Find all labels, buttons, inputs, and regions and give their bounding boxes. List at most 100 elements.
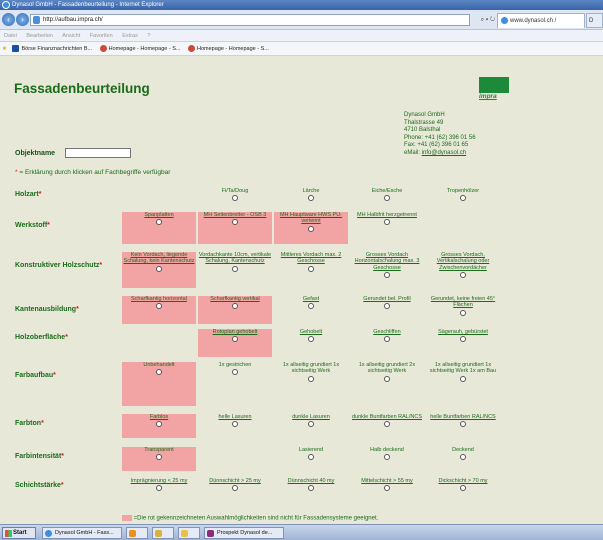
menu-ansicht[interactable]: Ansicht bbox=[62, 33, 80, 39]
option-radio[interactable] bbox=[384, 195, 390, 202]
option-radio[interactable] bbox=[156, 265, 162, 272]
task-media[interactable] bbox=[126, 527, 148, 539]
option-cell: dunkle Buntfarben RAL/NCS bbox=[350, 414, 424, 430]
option-radio[interactable] bbox=[308, 336, 314, 343]
option-label[interactable]: Mittleres Vordach max. 2 Geschosse bbox=[274, 252, 348, 265]
option-label[interactable]: Gefast bbox=[274, 296, 348, 302]
forward-button[interactable]: › bbox=[16, 13, 29, 26]
favorite-item-boerse[interactable]: Börse Finanznachrichten B... bbox=[12, 42, 92, 56]
option-label[interactable]: Kein Vordach, liegende Schalung, kein Ka… bbox=[122, 252, 196, 265]
option-radio[interactable] bbox=[156, 303, 162, 310]
option-label[interactable]: Farblos bbox=[122, 414, 196, 420]
back-button[interactable]: ‹ bbox=[2, 13, 15, 26]
option-radio[interactable] bbox=[232, 369, 238, 376]
option-label[interactable]: Scharfkantig horizontal bbox=[122, 296, 196, 302]
option-radio[interactable] bbox=[308, 454, 314, 461]
option-label[interactable]: Grosses Vordach, Vertikalschalung oder Z… bbox=[426, 252, 500, 271]
option-radio[interactable] bbox=[308, 375, 314, 382]
tab-favicon bbox=[501, 17, 508, 24]
address-tools[interactable]: ⌕ ▾ ↻ bbox=[455, 14, 495, 26]
option-radio[interactable] bbox=[384, 272, 390, 279]
option-label[interactable]: Grosses Vordach Horizontalschalung max. … bbox=[350, 252, 424, 271]
option-label[interactable]: Dünnschicht 40 my bbox=[274, 478, 348, 484]
option-radio[interactable] bbox=[232, 336, 238, 343]
option-label[interactable]: MH Halbfrit herzgetrennt bbox=[350, 212, 424, 218]
option-label[interactable]: Sägerauh, gebürstet bbox=[426, 329, 500, 335]
menu-favoriten[interactable]: Favoriten bbox=[90, 33, 113, 39]
option-radio[interactable] bbox=[156, 454, 162, 461]
task-app[interactable] bbox=[152, 527, 174, 539]
task-prospekt[interactable]: Prospekt Dynasol de... bbox=[204, 527, 284, 539]
option-radio[interactable] bbox=[308, 195, 314, 202]
option-label[interactable]: helle Lasuren bbox=[198, 414, 272, 420]
option-radio[interactable] bbox=[384, 375, 390, 382]
tab-dynasol-fassaden[interactable]: www.dynasol.ch / Fassaden bbox=[497, 13, 585, 38]
option-label[interactable]: Spanplatten bbox=[122, 212, 196, 218]
task-ie-window[interactable]: Dynasol GmbH - Fass... bbox=[42, 527, 122, 539]
option-label[interactable]: dunkle Buntfarben RAL/NCS bbox=[350, 414, 424, 420]
option-label[interactable]: Imprägnierung < 25 my bbox=[122, 478, 196, 484]
option-radio[interactable] bbox=[308, 225, 314, 232]
option-radio[interactable] bbox=[460, 272, 466, 279]
address-bar[interactable]: http://aufbau.impra.ch/ bbox=[30, 14, 470, 26]
company-city: 4710 Balsthal bbox=[404, 127, 441, 134]
option-label[interactable]: Vordachkante 10cm, vertikale Schalung, K… bbox=[198, 252, 272, 265]
objektname-row: Objektname bbox=[15, 148, 131, 158]
option-label[interactable]: MH Seitenbretter - OSB 3 bbox=[198, 212, 272, 218]
option-label[interactable]: Gehobelt bbox=[274, 329, 348, 335]
option-label[interactable]: Gerundet, keine freien 45° Flächen bbox=[426, 296, 500, 309]
option-label[interactable]: Dünnschicht > 25 my bbox=[198, 478, 272, 484]
option-radio[interactable] bbox=[460, 485, 466, 492]
search-icon[interactable]: ⌕ bbox=[481, 17, 484, 23]
option-label[interactable]: Rotoplan gehobelt bbox=[198, 329, 272, 335]
option-radio[interactable] bbox=[156, 421, 162, 428]
option-radio[interactable] bbox=[308, 303, 314, 310]
favorite-item-homepage-1[interactable]: Homepage - Homepage - S... bbox=[99, 42, 180, 56]
option-label[interactable]: Scharfkantig vertikal bbox=[198, 296, 272, 302]
option-radio[interactable] bbox=[156, 485, 162, 492]
option-cell: Tropenhölzer bbox=[426, 188, 500, 204]
option-radio[interactable] bbox=[232, 265, 238, 272]
option-label[interactable]: dunkle Lasuren bbox=[274, 414, 348, 420]
option-radio[interactable] bbox=[156, 369, 162, 376]
option-radio[interactable] bbox=[232, 485, 238, 492]
option-radio[interactable] bbox=[460, 309, 466, 316]
favorite-item-homepage-2[interactable]: Homepage - Homepage - S... bbox=[188, 42, 269, 56]
option-radio[interactable] bbox=[460, 421, 466, 428]
menu-bearbeiten[interactable]: Bearbeiten bbox=[26, 33, 53, 39]
menu-help[interactable]: ? bbox=[147, 33, 150, 39]
option-radio[interactable] bbox=[384, 303, 390, 310]
option-radio[interactable] bbox=[308, 265, 314, 272]
task-folder[interactable] bbox=[178, 527, 200, 539]
option-radio[interactable] bbox=[460, 336, 466, 343]
option-radio[interactable] bbox=[460, 454, 466, 461]
option-radio[interactable] bbox=[232, 421, 238, 428]
option-radio[interactable] bbox=[384, 454, 390, 461]
option-radio[interactable] bbox=[460, 375, 466, 382]
option-radio[interactable] bbox=[384, 421, 390, 428]
option-label[interactable]: Dickschicht > 70 my bbox=[426, 478, 500, 484]
menu-extras[interactable]: Extras bbox=[122, 33, 138, 39]
menu-datei[interactable]: Datei bbox=[4, 33, 17, 39]
objektname-input[interactable] bbox=[65, 148, 131, 158]
option-label[interactable]: helle Buntfarben RAL/NCS bbox=[426, 414, 500, 420]
option-label[interactable]: Gerundet bel. Profil bbox=[350, 296, 424, 302]
option-radio[interactable] bbox=[308, 485, 314, 492]
option-radio[interactable] bbox=[384, 336, 390, 343]
tab-stub[interactable]: D bbox=[586, 13, 603, 28]
option-radio[interactable] bbox=[232, 303, 238, 310]
option-radio[interactable] bbox=[384, 485, 390, 492]
option-radio[interactable] bbox=[232, 195, 238, 202]
refresh-icon[interactable]: ↻ bbox=[490, 17, 495, 23]
option-label[interactable]: Mittelschicht > 55 my bbox=[350, 478, 424, 484]
start-button[interactable]: Start bbox=[2, 527, 36, 539]
option-label[interactable]: MH Hauptware HWS PU-verleimt bbox=[274, 212, 348, 225]
option-radio[interactable] bbox=[460, 195, 466, 202]
option-radio[interactable] bbox=[156, 219, 162, 226]
option-radio[interactable] bbox=[232, 219, 238, 226]
option-radio[interactable] bbox=[308, 421, 314, 428]
option-label[interactable]: Geschliffen bbox=[350, 329, 424, 335]
email-link[interactable]: info@dynasol.ch bbox=[422, 150, 466, 156]
favorites-star-icon[interactable]: ★ bbox=[2, 46, 7, 52]
option-radio[interactable] bbox=[384, 219, 390, 226]
